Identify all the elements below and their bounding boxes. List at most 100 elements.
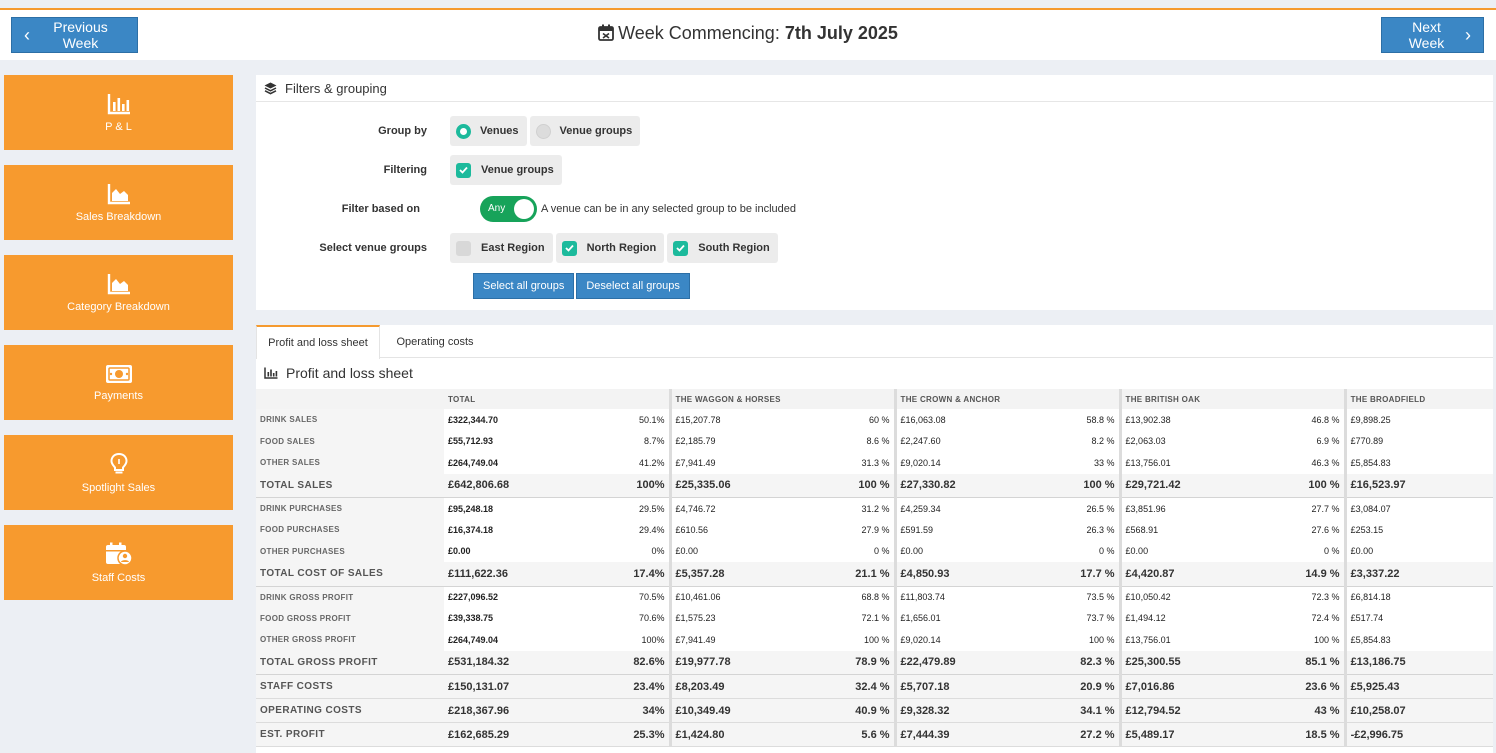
table-row: DRINK PURCHASES £95,248.18 29.5% £4,746.72 3… <box>256 497 1493 519</box>
table-body: DRINK SALES £322,344.70 50.1% £15,207.78 60 … <box>256 409 1493 747</box>
radio-selected-icon <box>456 123 471 139</box>
sidebar-item-sales-breakdown[interactable]: Sales Breakdown <box>4 165 233 240</box>
cell-value: £3,084.07 <box>1343 497 1493 519</box>
select-groups-label: Select venue groups <box>319 242 427 254</box>
table-header-row: TOTAL THE WAGGON & HORSES THE CROWN & AN… <box>256 389 1493 409</box>
any-all-toggle[interactable]: Any <box>480 196 537 222</box>
group-north-region-checkbox[interactable]: North Region <box>555 233 665 263</box>
group-east-region-checkbox[interactable]: East Region <box>450 233 553 263</box>
cell-value: £1,494.12 <box>1118 607 1268 629</box>
cell-percent: 46.3 % <box>1311 457 1340 468</box>
cell-percent: 60 % <box>869 414 890 425</box>
cell-value: £12,794.52 <box>1118 698 1268 723</box>
cell-value: £517.74 <box>1343 607 1493 629</box>
filtering-row: Filtering Venue groups <box>256 155 565 185</box>
table-row: EST. PROFIT £162,685.29 25.3% £1,424.80 5.6 … <box>256 722 1493 747</box>
cell-value: £22,479.89 <box>893 650 1043 675</box>
cell-value: £5,854.83 <box>1343 452 1493 474</box>
cell-value: £0.00 <box>448 546 471 557</box>
cell-value: £15,207.78 <box>668 409 818 431</box>
cell-value: £25,300.55 <box>1118 650 1268 675</box>
cell-value: £9,020.14 <box>893 452 1043 474</box>
cell-value: £95,248.18 <box>448 503 494 514</box>
cell-percent: 0% <box>651 546 665 557</box>
cell-value: £227,096.52 <box>448 592 499 602</box>
area-chart-icon <box>107 183 130 204</box>
cell-value: £13,902.38 <box>1118 409 1268 431</box>
filtering-option-label: Venue groups <box>481 164 554 176</box>
cell-percent: 26.5 % <box>1086 503 1115 514</box>
section-title: Profit and loss sheet <box>264 365 413 381</box>
cell-percent: 85.1 % <box>1267 650 1346 675</box>
column-header: THE BROADFIELD <box>1343 389 1493 409</box>
cell-percent: 41.2% <box>638 457 665 468</box>
group-by-venue-groups-radio[interactable]: Venue groups <box>529 116 641 146</box>
filter-based-label: Filter based on <box>341 203 420 215</box>
cell-value: £13,186.75 <box>1343 650 1493 675</box>
cell-percent: 5.6 % <box>817 722 896 747</box>
table-row: OTHER GROSS PROFIT £264,749.04 100% £7,941.… <box>256 629 1493 651</box>
deselect-all-groups-button[interactable]: Deselect all groups <box>576 273 690 299</box>
cell-value: £5,925.43 <box>1343 674 1493 699</box>
row-label: EST. PROFIT <box>256 722 444 747</box>
group-name: North Region <box>586 242 657 254</box>
sidebar-item-category-breakdown[interactable]: Category Breakdown <box>4 255 233 330</box>
cell-value: £8,203.49 <box>668 674 818 699</box>
group-by-venues-radio[interactable]: Venues <box>450 116 527 146</box>
area-chart-icon <box>107 273 130 294</box>
week-title-date: 7th July 2025 <box>784 23 898 43</box>
bar-chart-icon <box>107 93 130 114</box>
cell-value: £7,016.86 <box>1118 674 1268 699</box>
sidebar-item-pl[interactable]: P & L <box>4 75 233 150</box>
group-south-region-checkbox[interactable]: South Region <box>667 233 778 263</box>
row-label: TOTAL SALES <box>256 473 444 498</box>
column-header: THE WAGGON & HORSES <box>668 389 896 409</box>
cell-value: £13,756.01 <box>1118 629 1268 651</box>
column-header: TOTAL <box>444 389 671 409</box>
cell-percent: 8.2 % <box>1091 436 1115 447</box>
bar-chart-icon <box>264 367 278 379</box>
table-row: FOOD PURCHASES £16,374.18 29.4% £610.56 27.9… <box>256 519 1493 541</box>
cell-percent: 43 % <box>1267 698 1346 723</box>
cell-value: £9,898.25 <box>1343 409 1493 431</box>
cell-value: -£2,996.75 <box>1343 722 1493 747</box>
cell-value: £19,977.78 <box>668 650 818 675</box>
cell-value: £6,814.18 <box>1343 586 1493 608</box>
cell-percent: 8.7% <box>644 436 665 447</box>
top-bar: ‹ Previous Week Week Commencing: 7th Jul… <box>0 8 1496 60</box>
cell-value: £218,367.96 <box>444 698 591 723</box>
checkbox-checked-icon <box>673 240 689 256</box>
cell-percent: 20.9 % <box>1042 674 1121 699</box>
select-all-groups-button[interactable]: Select all groups <box>473 273 575 299</box>
filters-header: Filters & grouping <box>256 75 1493 102</box>
cell-percent: 68.8 % <box>861 592 890 602</box>
next-week-button[interactable]: Next Week › <box>1381 17 1484 53</box>
cell-value: £1,424.80 <box>668 722 818 747</box>
cell-percent: 100% <box>591 473 671 498</box>
cell-value: £4,420.87 <box>1118 562 1268 586</box>
cell-percent: 100 % <box>864 634 890 645</box>
tab-profit-and-loss-sheet[interactable]: Profit and loss sheet <box>256 325 380 359</box>
cell-percent: 27.2 % <box>1042 722 1121 747</box>
cell-percent: 31.3 % <box>861 457 890 468</box>
sidebar-item-payments[interactable]: Payments <box>4 345 233 420</box>
profit-loss-panel: Profit and loss sheet Operating costs Pr… <box>256 325 1493 753</box>
cell-percent: 58.8 % <box>1086 414 1115 425</box>
tab-operating-costs[interactable]: Operating costs <box>380 325 490 359</box>
cell-value: £5,489.17 <box>1118 722 1268 747</box>
filtering-venue-groups-checkbox[interactable]: Venue groups <box>450 155 562 185</box>
cell-percent: 46.8 % <box>1311 414 1340 425</box>
lightbulb-icon <box>109 452 128 473</box>
cell-value: £10,050.42 <box>1118 586 1268 608</box>
cell-percent: 70.6% <box>638 613 665 624</box>
money-icon <box>105 364 132 383</box>
cell-percent: 100 % <box>1314 634 1340 645</box>
radio-unselected-icon <box>535 123 551 139</box>
cell-percent: 82.6% <box>591 650 671 675</box>
sidebar-item-staff-costs[interactable]: Staff Costs <box>4 525 233 600</box>
sidebar-item-spotlight-sales[interactable]: Spotlight Sales <box>4 435 233 510</box>
cell-value: £1,656.01 <box>893 607 1043 629</box>
filtering-label: Filtering <box>383 164 427 176</box>
table-row: DRINK GROSS PROFIT £227,096.52 70.5% £10,46… <box>256 586 1493 608</box>
toggle-description: A venue can be in any selected group to … <box>541 203 797 215</box>
